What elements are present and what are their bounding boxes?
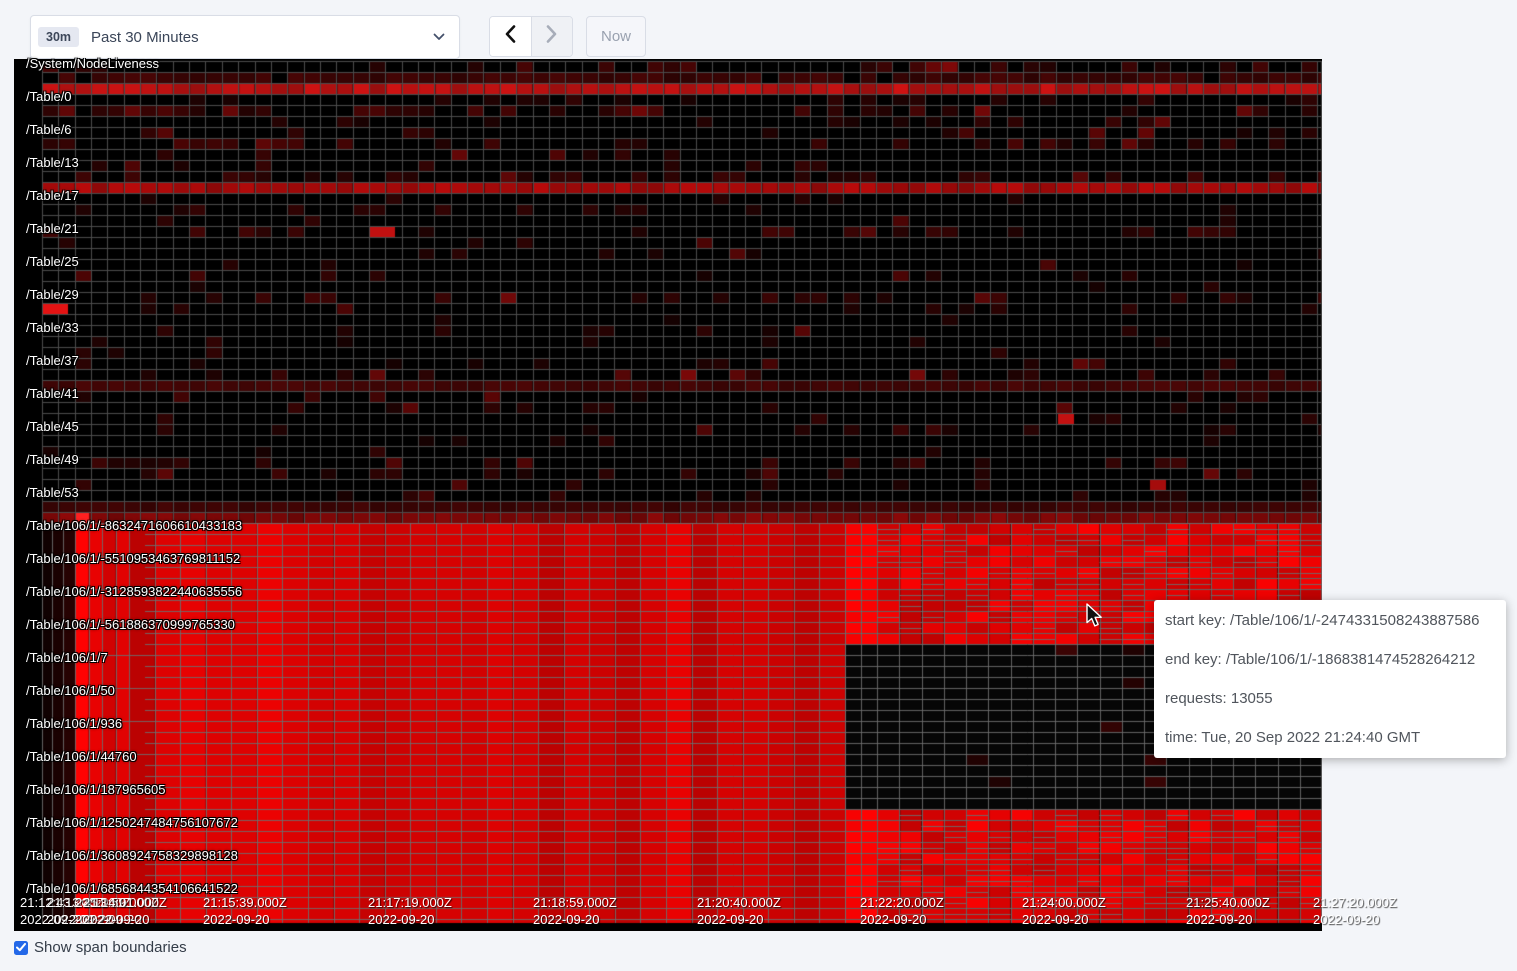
show-span-boundaries-checkbox[interactable] xyxy=(14,941,28,955)
heatmap-tooltip: start key: /Table/106/1/-247433150824388… xyxy=(1154,600,1506,758)
time-nav-group xyxy=(489,16,573,57)
key-visualizer-heatmap[interactable]: /System/NodeLiveness/Table/0/Table/6/Tab… xyxy=(14,59,1322,931)
checkmark-icon xyxy=(16,943,26,952)
tooltip-line: requests: 13055 xyxy=(1165,690,1496,707)
heatmap-canvas[interactable] xyxy=(14,59,1322,931)
chevron-down-icon xyxy=(433,33,445,41)
tooltip-line: start key: /Table/106/1/-247433150824388… xyxy=(1165,612,1496,629)
time-range-label: Past 30 Minutes xyxy=(91,29,433,46)
chevron-left-icon xyxy=(505,25,516,48)
time-range-badge: 30m xyxy=(38,27,79,48)
chevron-right-icon xyxy=(546,25,557,48)
show-span-boundaries-label: Show span boundaries xyxy=(34,939,187,956)
now-button[interactable]: Now xyxy=(586,16,646,57)
tooltip-line: time: Tue, 20 Sep 2022 21:24:40 GMT xyxy=(1165,729,1496,746)
time-axis-label: 21:27:20.000Z2022-09-20 xyxy=(1313,895,1397,928)
footer: Show span boundaries xyxy=(14,939,187,956)
tooltip-line: end key: /Table/106/1/-18683814745282642… xyxy=(1165,651,1496,668)
prev-button[interactable] xyxy=(490,17,532,56)
time-range-dropdown[interactable]: 30m Past 30 Minutes xyxy=(30,15,460,59)
next-button[interactable] xyxy=(532,17,573,56)
